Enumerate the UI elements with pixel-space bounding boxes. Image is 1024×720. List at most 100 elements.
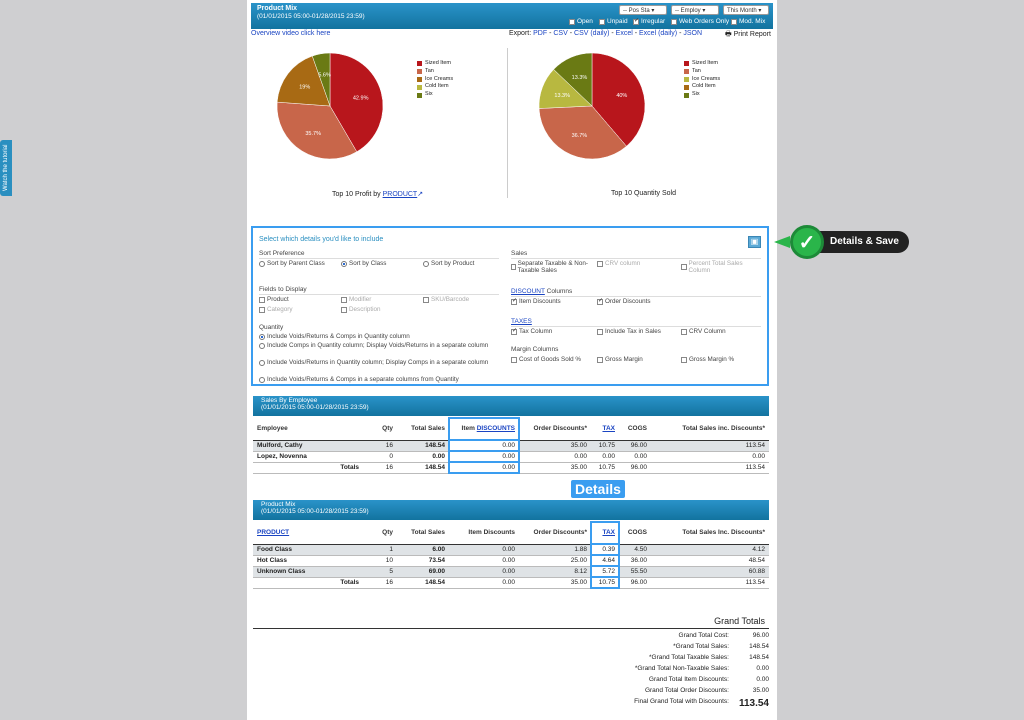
legend-swatch: [417, 76, 422, 82]
sort-parent-class-radio[interactable]: Sort by Parent Class: [259, 260, 325, 267]
legend-item: Tan: [417, 68, 453, 76]
table-row: Totals 16 148.54 0.00 35.00 10.75 96.00 113.54: [253, 461, 769, 474]
separate-taxable-checkbox[interactable]: Separate Taxable & Non-Taxable Sales: [511, 260, 591, 274]
legend-swatch: [417, 61, 422, 67]
watch-tutorial-tab[interactable]: Watch the tutorial: [0, 140, 12, 196]
discount-columns-label: DISCOUNT Columns: [511, 288, 573, 295]
table-cell: Lopez, Novenna: [253, 451, 363, 463]
field-product-checkbox[interactable]: Product: [259, 296, 289, 303]
chart-divider: [507, 48, 508, 198]
product-header-link[interactable]: PRODUCT: [253, 522, 363, 545]
table-cell: 0.00: [448, 439, 520, 452]
details-save-callout: ✓ Details & Save: [790, 224, 909, 260]
table-cell: 0.00: [449, 544, 519, 556]
unpaid-checkbox[interactable]: Unpaid: [599, 18, 628, 25]
export-excel-daily[interactable]: Excel (daily): [639, 30, 677, 37]
web-orders-checkbox[interactable]: Web Orders Only: [671, 18, 729, 25]
export-csv[interactable]: CSV: [553, 30, 567, 37]
qty-option-3[interactable]: Include Voids/Returns in Quantity column…: [259, 359, 499, 366]
tax-header-link[interactable]: TAX: [590, 521, 620, 545]
crv-column-checkbox[interactable]: CRV column: [597, 260, 640, 267]
table-cell: 6.00: [397, 544, 449, 556]
product-link[interactable]: PRODUCT: [383, 191, 418, 198]
table-cell: Unknown Class: [253, 566, 363, 578]
pie-slice-label: 35.7%: [305, 131, 321, 137]
discount-link[interactable]: DISCOUNT: [511, 288, 545, 295]
legend-item: Sized Item: [684, 60, 720, 68]
grand-total-row: *Grand Total Sales: 148.54: [673, 643, 769, 650]
table-cell: 0.00: [448, 450, 520, 463]
details-header: Select which details you'd like to inclu…: [259, 236, 384, 243]
field-modifier-checkbox[interactable]: Modifier: [341, 296, 371, 303]
pie-slice-label: 42.9%: [353, 96, 369, 102]
table-cell: 73.54: [397, 555, 449, 567]
table-cell: 0.00: [448, 461, 520, 474]
taxes-label: TAXES: [511, 318, 532, 325]
crv-tax-column-checkbox[interactable]: CRV Column: [681, 328, 726, 335]
date-range-select[interactable]: This Month ▾: [723, 5, 769, 15]
percent-total-sales-checkbox[interactable]: Percent Total Sales Column: [681, 260, 757, 274]
gross-margin-percent-checkbox[interactable]: Gross Margin %: [681, 356, 734, 363]
legend-label: Tan: [425, 67, 434, 74]
qty-option-4[interactable]: Include Voids/Returns & Comps in a separ…: [259, 376, 499, 383]
sort-product-radio[interactable]: Sort by Product: [423, 260, 474, 267]
table-cell: 16: [363, 462, 397, 474]
employee-select[interactable]: -- Employ ▾: [671, 5, 719, 15]
taxes-link[interactable]: TAXES: [511, 318, 532, 325]
tax-header-link[interactable]: TAX: [591, 418, 619, 441]
table-cell: 55.50: [619, 566, 651, 578]
divider: [259, 258, 499, 259]
field-sku-checkbox[interactable]: SKU/Barcode: [423, 296, 469, 303]
order-discounts-checkbox[interactable]: Order Discounts: [597, 298, 651, 305]
table-cell: 113.54: [651, 462, 769, 474]
irregular-checkbox[interactable]: Irregular: [633, 18, 665, 25]
pie-slice-label: 36.7%: [572, 133, 588, 139]
qty-option-1[interactable]: Include Voids/Returns & Comps in Quantit…: [259, 333, 499, 340]
overview-video-link[interactable]: Overview video click here: [251, 30, 330, 37]
table-cell: 25.00: [519, 555, 591, 567]
legend-item: Cold Item: [417, 83, 453, 91]
mod-mix-checkbox[interactable]: Mod. Mix: [731, 18, 765, 25]
grand-total-value: 148.54: [749, 654, 769, 661]
export-excel[interactable]: Excel: [616, 30, 633, 37]
table-cell: 148.54: [397, 577, 449, 589]
gross-margin-checkbox[interactable]: Gross Margin: [597, 356, 643, 363]
table-cell: 10.75: [590, 576, 620, 589]
export-json[interactable]: JSON: [683, 30, 702, 37]
quantity-pie-legend: Sized Item Tan Ice Creams Cold Item Six: [684, 60, 720, 99]
export-csv-daily[interactable]: CSV (daily): [574, 30, 609, 37]
legend-swatch: [684, 92, 689, 98]
callout-arrow: [774, 236, 790, 248]
print-report-button[interactable]: 🖶 Print Report: [725, 30, 771, 41]
save-icon[interactable]: ▣: [748, 236, 761, 248]
table-cell: 69.00: [397, 566, 449, 578]
pie-slice-label: 13.3%: [554, 93, 570, 99]
field-description-checkbox[interactable]: Description: [341, 306, 381, 313]
table-cell: 10.75: [591, 462, 619, 474]
pos-station-select[interactable]: -- Pos Sta ▾: [619, 5, 667, 15]
grand-total-label: Final Grand Total with Discounts:: [634, 698, 729, 705]
sort-class-radio[interactable]: Sort by Class: [341, 260, 386, 267]
table-cell: 96.00: [619, 462, 651, 474]
export-pdf[interactable]: PDF: [533, 30, 547, 37]
report-date-range: (01/01/2015 05:00-01/28/2015 23:59): [257, 13, 365, 20]
divider: [259, 294, 499, 295]
table-cell: 5.72: [590, 565, 620, 578]
qty-option-2[interactable]: Include Comps in Quantity column; Displa…: [259, 342, 499, 349]
table-cell: 16: [363, 577, 397, 589]
tax-column-checkbox[interactable]: Tax Column: [511, 328, 552, 335]
legend-item: Tan: [684, 68, 720, 76]
item-discounts-checkbox[interactable]: Item Discounts: [511, 298, 561, 305]
table-row: Mulford, Cathy 16 148.54 0.00 35.00 10.75 96.0…: [253, 439, 769, 452]
cogs-percent-checkbox[interactable]: Cost of Goods Sold %: [511, 356, 581, 363]
grand-total-row: Grand Total Item Discounts: 0.00: [649, 676, 769, 683]
legend-label: Six: [425, 91, 433, 98]
sort-preference-label: Sort Preference: [259, 250, 305, 257]
open-checkbox[interactable]: Open: [569, 18, 593, 25]
grand-total-label: *Grand Total Sales:: [673, 643, 729, 650]
table-cell: 0.00: [619, 451, 651, 463]
discounts-header-link[interactable]: DISCOUNTS: [477, 425, 515, 432]
legend-swatch: [684, 61, 689, 67]
include-tax-checkbox[interactable]: Include Tax in Sales: [597, 328, 661, 335]
field-category-checkbox[interactable]: Category: [259, 306, 293, 313]
